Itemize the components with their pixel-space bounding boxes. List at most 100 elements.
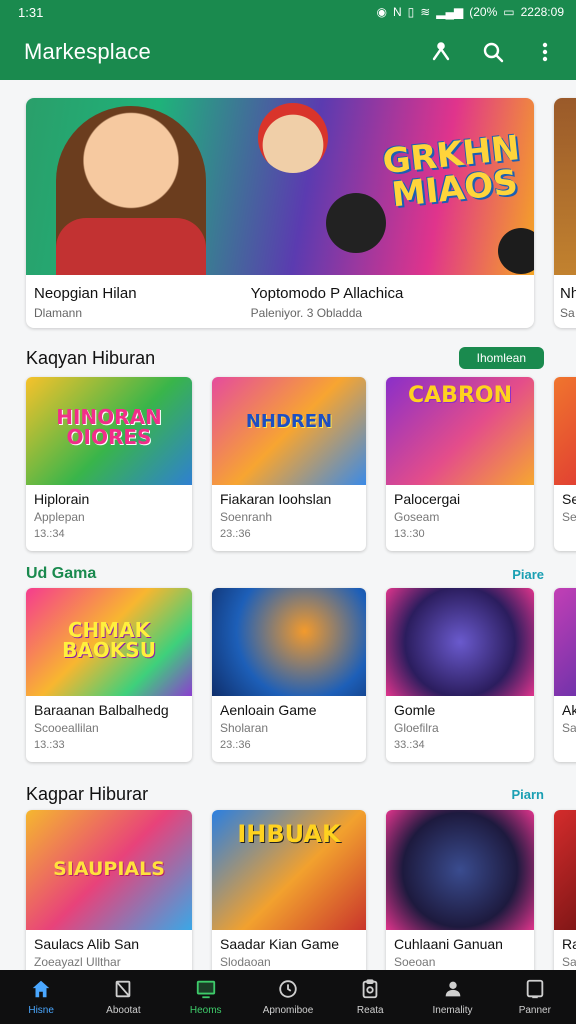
- section-title-2: Ud Gama: [26, 565, 97, 582]
- section-title-3: Kagpar Hiburar: [26, 783, 149, 804]
- section3-card-row[interactable]: SIAUPIALS Saulacs Alib San Zoeayazl Ullt…: [26, 810, 576, 970]
- nav-label: Heoms: [189, 1005, 222, 1016]
- game-card[interactable]: IHBUAK Saadar Kian Game Slodaoan: [212, 810, 366, 970]
- game-meta: 23.:36: [220, 528, 251, 540]
- game-card[interactable]: CHMAK BAOKSU Baraanan Balbalhedg Scooeal…: [26, 588, 192, 762]
- game-title: Baraanan Balbalhedg: [34, 702, 169, 718]
- featured-next-title: Nh: [560, 285, 576, 302]
- game-meta: 13.:34: [34, 528, 65, 540]
- main-content[interactable]: GRKHN MIAOS Neopgian Hilan Dlamann Yopto…: [0, 80, 576, 970]
- featured-next-image: [554, 98, 576, 275]
- game-subtitle: Zoeayazl Ullthar: [34, 955, 121, 969]
- game-title: Fiakaran Ioohslan: [220, 491, 332, 507]
- signal-icon: ▂▄▆: [436, 5, 464, 19]
- nav-item-panner[interactable]: Panner: [494, 970, 576, 1024]
- featured-carousel[interactable]: GRKHN MIAOS Neopgian Hilan Dlamann Yopto…: [26, 98, 576, 328]
- clown-art: [258, 103, 328, 173]
- status-bar: 1:31 ◉ N ▯ ≋ ▂▄▆ (20% ▭ 2228:09: [0, 0, 576, 24]
- game-card-partial[interactable]: Ak Sa: [554, 588, 576, 762]
- game-card[interactable]: Cuhlaani Ganuan Soeoan: [386, 810, 534, 970]
- game-subtitle: Goseam: [394, 510, 440, 524]
- sim-icon: ▯: [407, 5, 415, 19]
- game-title: Ak: [562, 702, 576, 718]
- nav-label: Abootat: [106, 1005, 141, 1016]
- game-thumbnail: [386, 810, 534, 930]
- app-bar: Markesplace: [0, 24, 576, 80]
- game-art-text: HINORAN OIORES: [56, 405, 162, 449]
- game-title: Saulacs Alib San: [34, 936, 140, 952]
- game-title: Hiplorain: [34, 491, 90, 507]
- nav-item-abootat[interactable]: Abootat: [82, 970, 164, 1024]
- status-icons: ◉ N ▯ ≋ ▂▄▆ (20% ▭ 2228:09: [376, 5, 564, 19]
- network-icon: N: [392, 5, 402, 19]
- more-options-icon[interactable]: [532, 39, 558, 65]
- tv-icon: [196, 980, 215, 999]
- location-icon: ◉: [376, 5, 387, 19]
- game-title: Saadar Kian Game: [220, 936, 340, 952]
- status-clock: 2228:09: [520, 5, 564, 19]
- game-card[interactable]: SIAUPIALS Saulacs Alib San Zoeayazl Ullt…: [26, 810, 192, 970]
- section3-more-link[interactable]: Piarn: [511, 787, 544, 802]
- game-title: Ra: [562, 936, 576, 952]
- game-subtitle: Sa: [562, 955, 576, 969]
- slash-icon: [116, 980, 131, 998]
- featured-card-next[interactable]: Nh Sa: [554, 98, 576, 328]
- section2-card-row[interactable]: CHMAK BAOKSU Baraanan Balbalhedg Scooeal…: [26, 588, 576, 762]
- game-art-text: IHBUAK: [237, 820, 341, 848]
- game-art-text: CABRON: [408, 383, 512, 408]
- game-thumbnail: [212, 588, 366, 696]
- game-thumbnail: NHDREN: [212, 377, 366, 485]
- game-art-text: CHMAK BAOKSU: [62, 618, 156, 662]
- home-icon: [32, 980, 50, 998]
- game-thumbnail: CHMAK BAOKSU: [26, 588, 192, 696]
- game-thumbnail: [386, 588, 534, 696]
- game-card-partial[interactable]: Se Se: [554, 377, 576, 551]
- character-shirt: [56, 218, 206, 275]
- game-card[interactable]: Aenloain Game Sholaran 23.:36: [212, 588, 366, 762]
- game-thumbnail: IHBUAK: [212, 810, 366, 930]
- nav-label: Inemality: [432, 1005, 473, 1016]
- game-card-partial[interactable]: Ra Sa: [554, 810, 576, 970]
- game-art-text: SIAUPIALS: [53, 858, 165, 880]
- nav-label: Panner: [518, 1005, 551, 1016]
- game-title: Aenloain Game: [220, 702, 317, 718]
- nav-item-home[interactable]: Hisne: [0, 970, 82, 1024]
- featured-right-title: Yoptomodo P Allachica: [250, 285, 404, 302]
- game-thumbnail: [554, 377, 576, 485]
- game-subtitle: Sa: [562, 721, 576, 735]
- section-header-1: Kaqyan Hiburan Ihomlean: [26, 346, 576, 370]
- game-thumbnail: SIAUPIALS: [26, 810, 192, 930]
- featured-right-subtitle: Paleniyor. 3 Obladda: [250, 306, 363, 320]
- game-title: Palocergai: [394, 491, 461, 507]
- game-title: Cuhlaani Ganuan: [394, 936, 503, 952]
- game-subtitle: Applepan: [34, 510, 85, 524]
- battery-text: (20%: [469, 5, 498, 19]
- game-meta: 33.:34: [394, 739, 425, 751]
- app-title: Markesplace: [24, 39, 151, 64]
- nav-item-inemality[interactable]: Inemality: [411, 970, 493, 1024]
- share-icon[interactable]: [428, 39, 454, 65]
- nav-item-reata[interactable]: Reata: [329, 970, 411, 1024]
- section-title-1: Kaqyan Hiburan: [26, 347, 156, 368]
- clipboard-icon: [362, 979, 378, 999]
- nav-item-apnomiboe[interactable]: Apnomiboe: [247, 970, 329, 1024]
- game-meta: 13.:33: [34, 739, 65, 751]
- section1-card-row[interactable]: HINORAN OIORES Hiplorain Applepan 13.:34…: [26, 377, 576, 551]
- nav-label: Reata: [356, 1005, 384, 1016]
- nav-item-heoms[interactable]: Heoms: [165, 970, 247, 1024]
- game-subtitle: Gloefilra: [394, 721, 439, 735]
- game-card[interactable]: Gomle Gloefilra 33.:34: [386, 588, 534, 762]
- section1-more-button[interactable]: Ihomlean: [458, 347, 544, 369]
- featured-next-subtitle: Sa: [560, 306, 575, 320]
- status-time: 1:31: [18, 4, 44, 20]
- game-card[interactable]: CABRON Palocergai Goseam 13.:30: [386, 377, 534, 551]
- game-card[interactable]: NHDREN Fiakaran Ioohslan Soenranh 23.:36: [212, 377, 366, 551]
- people-icon: [445, 981, 460, 997]
- section2-more-link[interactable]: Piare: [512, 567, 544, 582]
- game-subtitle: Se: [562, 510, 576, 524]
- game-thumbnail: HINORAN OIORES: [26, 377, 192, 485]
- featured-card[interactable]: GRKHN MIAOS Neopgian Hilan Dlamann Yopto…: [26, 98, 534, 328]
- search-icon[interactable]: [480, 39, 506, 65]
- game-card[interactable]: HINORAN OIORES Hiplorain Applepan 13.:34: [26, 377, 192, 551]
- game-subtitle: Sholaran: [220, 721, 269, 735]
